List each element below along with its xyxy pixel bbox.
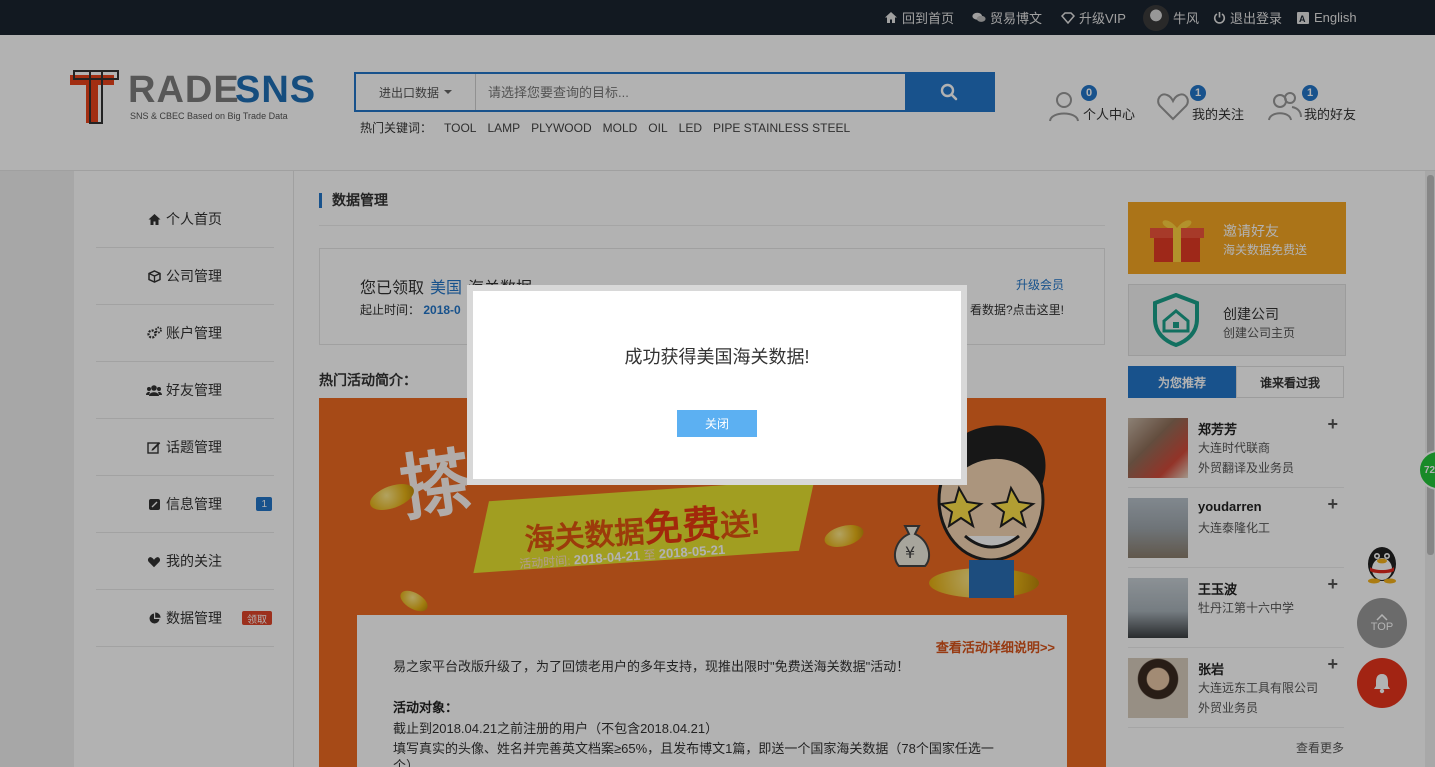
close-button[interactable]: 关闭 bbox=[677, 410, 757, 437]
dialog-message: 成功获得美国海关数据! bbox=[624, 347, 810, 367]
success-dialog: 成功获得美国海关数据! 关闭 bbox=[467, 285, 967, 485]
